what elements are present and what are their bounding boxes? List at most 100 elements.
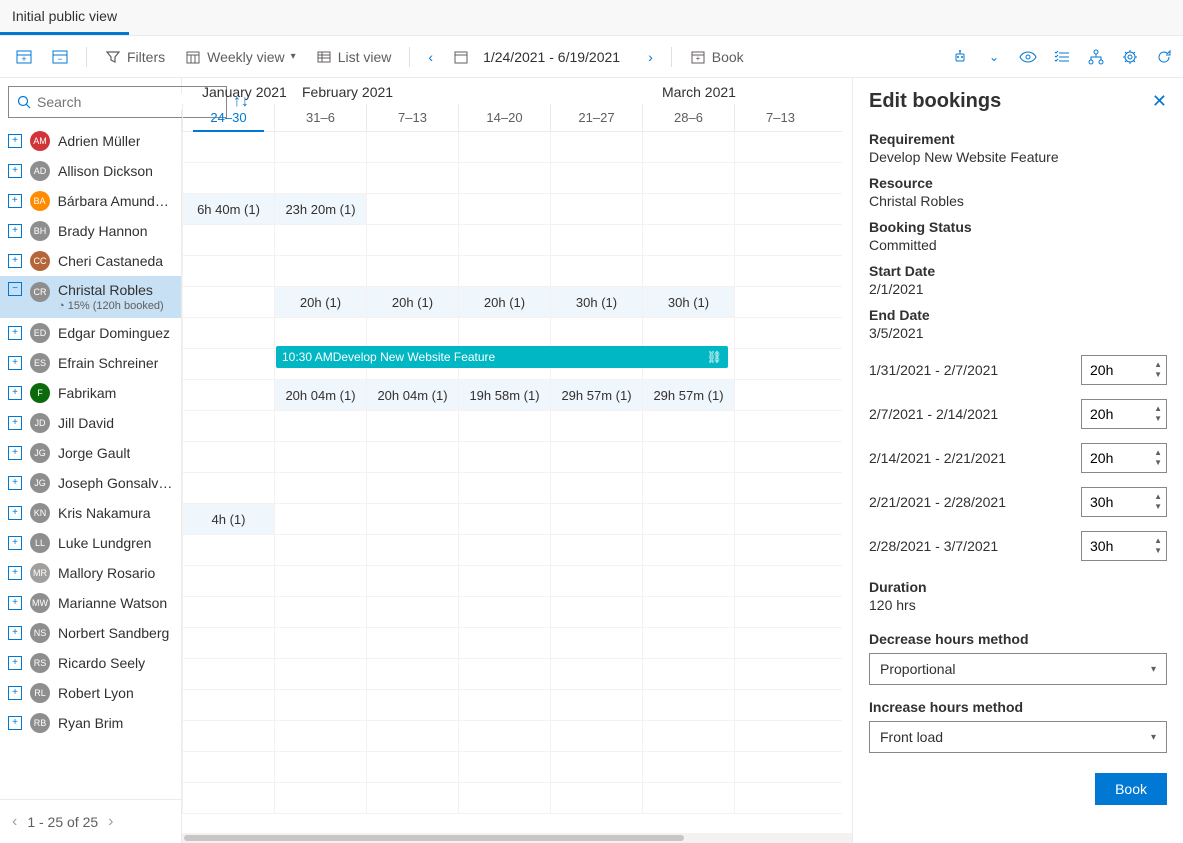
grid-cell[interactable]: [274, 597, 366, 627]
increase-method-dropdown[interactable]: Front load ▾: [869, 721, 1167, 753]
hours-input[interactable]: [1090, 538, 1140, 554]
next-range-button[interactable]: ›: [642, 45, 659, 69]
grid-cell[interactable]: [182, 349, 274, 379]
hours-stepper[interactable]: ▲▼: [1081, 399, 1167, 429]
grid-cell[interactable]: 20h (1): [274, 287, 366, 317]
grid-cell[interactable]: [550, 411, 642, 441]
hours-input[interactable]: [1090, 450, 1140, 466]
grid-cell[interactable]: [458, 132, 550, 162]
grid-cell[interactable]: [182, 287, 274, 317]
grid-cell[interactable]: [366, 597, 458, 627]
grid-cell[interactable]: [734, 287, 826, 317]
grid-cell[interactable]: [458, 628, 550, 658]
hours-stepper[interactable]: ▲▼: [1081, 443, 1167, 473]
grid-cell[interactable]: 4h (1): [182, 504, 274, 534]
grid-cell[interactable]: [550, 535, 642, 565]
resource-row-jill-david[interactable]: +JDJill David: [0, 408, 181, 438]
booking-bar[interactable]: 10:30 AM Develop New Website Feature⛓: [276, 346, 728, 368]
grid-cell[interactable]: [366, 132, 458, 162]
grid-cell[interactable]: [642, 318, 734, 348]
grid-cell[interactable]: [642, 566, 734, 596]
grid-cell[interactable]: [458, 721, 550, 751]
grid-cell[interactable]: [642, 194, 734, 224]
week-column-header[interactable]: 28–6: [642, 104, 734, 131]
grid-cell[interactable]: [734, 659, 826, 689]
grid-cell[interactable]: [642, 411, 734, 441]
grid-cell[interactable]: [366, 783, 458, 813]
stepper-up-icon[interactable]: ▲: [1154, 405, 1162, 413]
resource-row-marianne-watson[interactable]: +MWMarianne Watson: [0, 588, 181, 618]
expand-icon[interactable]: +: [8, 536, 22, 550]
grid-cell[interactable]: [458, 473, 550, 503]
pager-prev[interactable]: ‹: [12, 813, 17, 831]
grid-cell[interactable]: [274, 566, 366, 596]
grid-cell[interactable]: [366, 318, 458, 348]
grid-cell[interactable]: [182, 752, 274, 782]
grid-cell[interactable]: [274, 132, 366, 162]
grid-cell[interactable]: [274, 163, 366, 193]
grid-cell[interactable]: [366, 256, 458, 286]
grid-cell[interactable]: 29h 57m (1): [550, 380, 642, 410]
expand-icon[interactable]: +: [8, 686, 22, 700]
tab-initial-public-view[interactable]: Initial public view: [0, 0, 129, 35]
grid-cell[interactable]: [366, 535, 458, 565]
hours-stepper[interactable]: ▲▼: [1081, 531, 1167, 561]
refresh-icon[interactable]: [1155, 48, 1173, 66]
grid-cell[interactable]: [734, 721, 826, 751]
grid-cell[interactable]: [366, 442, 458, 472]
grid-cell[interactable]: [366, 659, 458, 689]
grid-cell[interactable]: [550, 132, 642, 162]
chevron-down-toolbar-icon[interactable]: ⌄: [985, 48, 1003, 66]
grid-cell[interactable]: [550, 504, 642, 534]
grid-cell[interactable]: [274, 721, 366, 751]
expand-icon[interactable]: +: [8, 596, 22, 610]
grid-cell[interactable]: [458, 690, 550, 720]
grid-cell[interactable]: [642, 256, 734, 286]
hours-stepper[interactable]: ▲▼: [1081, 355, 1167, 385]
resource-row-bárbara-amundson[interactable]: +BABárbara Amundson: [0, 186, 181, 216]
grid-cell[interactable]: [182, 225, 274, 255]
grid-cell[interactable]: [458, 442, 550, 472]
week-column-header[interactable]: 31–6: [274, 104, 366, 131]
resource-row-ricardo-seely[interactable]: +RSRicardo Seely: [0, 648, 181, 678]
grid-cell[interactable]: 20h 04m (1): [366, 380, 458, 410]
grid-cell[interactable]: [550, 163, 642, 193]
resource-row-robert-lyon[interactable]: +RLRobert Lyon: [0, 678, 181, 708]
grid-cell[interactable]: [366, 504, 458, 534]
resource-row-norbert-sandberg[interactable]: +NSNorbert Sandberg: [0, 618, 181, 648]
grid-cell[interactable]: [734, 442, 826, 472]
grid-cell[interactable]: [274, 783, 366, 813]
grid-cell[interactable]: [458, 411, 550, 441]
checklist-icon[interactable]: [1053, 48, 1071, 66]
grid-cell[interactable]: [642, 783, 734, 813]
grid-cell[interactable]: [182, 411, 274, 441]
grid-cell[interactable]: [182, 442, 274, 472]
grid-cell[interactable]: [734, 380, 826, 410]
expand-icon[interactable]: +: [8, 224, 22, 238]
stepper-down-icon[interactable]: ▼: [1154, 371, 1162, 379]
date-range-picker[interactable]: 1/24/2021 - 6/19/2021: [447, 45, 634, 69]
horizontal-scrollbar[interactable]: [182, 833, 852, 843]
grid-cell[interactable]: [642, 721, 734, 751]
resource-row-christal-robles[interactable]: −CRChristal Robles◔ 15% (120h booked): [0, 276, 181, 318]
resource-row-joseph-gonsalves[interactable]: +JGJoseph Gonsalves: [0, 468, 181, 498]
grid-cell[interactable]: [734, 690, 826, 720]
resource-row-brady-hannon[interactable]: +BHBrady Hannon: [0, 216, 181, 246]
grid-cell[interactable]: [182, 690, 274, 720]
grid-cell[interactable]: [458, 194, 550, 224]
stepper-down-icon[interactable]: ▼: [1154, 459, 1162, 467]
grid-cell[interactable]: [366, 225, 458, 255]
resource-row-mallory-rosario[interactable]: +MRMallory Rosario: [0, 558, 181, 588]
grid-cell[interactable]: [366, 721, 458, 751]
stepper-up-icon[interactable]: ▲: [1154, 449, 1162, 457]
grid-cell[interactable]: [734, 225, 826, 255]
org-chart-icon[interactable]: [1087, 48, 1105, 66]
grid-cell[interactable]: [182, 628, 274, 658]
grid-cell[interactable]: 19h 58m (1): [458, 380, 550, 410]
grid-cell[interactable]: [366, 752, 458, 782]
grid-cell[interactable]: [182, 659, 274, 689]
grid-cell[interactable]: [734, 783, 826, 813]
grid-cell[interactable]: [458, 225, 550, 255]
grid-cell[interactable]: [550, 659, 642, 689]
expand-icon[interactable]: +: [8, 716, 22, 730]
